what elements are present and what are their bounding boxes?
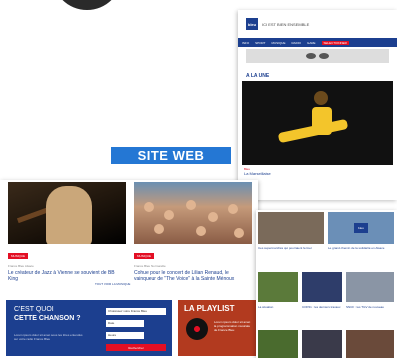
site-name: ICI EST BIEN ENSEMBLE: [262, 21, 310, 27]
ad-banner[interactable]: [246, 49, 389, 63]
crowd-face: [208, 212, 218, 222]
news-thumbnail[interactable]: [346, 272, 394, 302]
france-bleu-logo: bleu: [354, 223, 368, 233]
article-meta: France Bleu Normandie: [134, 264, 166, 268]
search-button[interactable]: Rechercher: [106, 344, 166, 351]
see-all-music-link[interactable]: TOUT VOIR LA MUSIQUE: [95, 282, 130, 286]
nav-item-radio[interactable]: RADIO: [291, 41, 301, 45]
news-thumbnail[interactable]: [258, 212, 324, 244]
banner-image: [306, 53, 316, 59]
website-screenshot: bleu ICI EST BIEN ENSEMBLE INFO SPORT MU…: [238, 10, 397, 200]
article-tag: MUSIQUE: [134, 253, 155, 259]
quiz-description: Lorem ipsum dolor sit amet sous les titr…: [14, 333, 83, 341]
hero-figure-part: [312, 107, 332, 135]
playlist-panel[interactable]: LA PLAYLIST Lorem ipsum dolor sit amet l…: [178, 300, 258, 356]
news-thumbnail[interactable]: [258, 330, 298, 358]
crowd-face: [196, 226, 206, 236]
nav-item-info[interactable]: INFO: [242, 41, 249, 45]
news-thumbnail[interactable]: [302, 272, 342, 302]
hero-title[interactable]: La Marseillaise: [238, 171, 397, 176]
quiz-heading-line1: C'EST QUOI: [14, 306, 54, 313]
news-thumbnail[interactable]: [258, 272, 298, 302]
nav-item-gare[interactable]: GARE: [307, 41, 316, 45]
playlist-description: Lorem ipsum dolor sit amet la programmat…: [214, 320, 251, 332]
article-title[interactable]: Le créateur de Jazz à Vienne se souvient…: [8, 270, 126, 282]
mobile-grid-screenshot: bleu Ces supermarchés qui pourraient fer…: [256, 210, 397, 358]
site-web-label: SITE WEB: [111, 147, 231, 164]
section-title: A LA UNE: [246, 73, 270, 79]
news-caption[interactable]: SNCF : les TGV de nouveau: [346, 305, 394, 309]
station-select[interactable]: Choisissez votre France Bleu: [106, 308, 166, 315]
news-caption[interactable]: La situation: [258, 305, 298, 309]
news-caption[interactable]: Le grand chemin de la solidarité en Alsa…: [328, 246, 394, 250]
news-thumbnail[interactable]: [302, 330, 342, 358]
article-meta: France Bleu Alsace: [8, 264, 34, 268]
decorative-circle: [52, 0, 122, 10]
news-thumbnail[interactable]: bleu: [328, 212, 394, 244]
site-logo[interactable]: bleu: [246, 18, 258, 30]
article-card[interactable]: MUSIQUE France Bleu Alsace Le créateur d…: [8, 182, 126, 282]
song-quiz-panel: C'EST QUOI CETTE CHANSON ? Lorem ipsum d…: [6, 300, 172, 356]
hero-image[interactable]: [242, 81, 393, 165]
news-caption[interactable]: COP21 : les derniers travaux: [302, 305, 342, 309]
crowd-face: [234, 228, 244, 238]
hour-select[interactable]: Heure: [106, 332, 144, 339]
site-nav: INFO SPORT MUSIQUE RADIO GARE SELECTIONN…: [238, 38, 397, 47]
crowd-face: [144, 202, 154, 212]
quiz-heading-line2: CETTE CHANSON ?: [14, 315, 81, 322]
article-card[interactable]: MUSIQUE France Bleu Normandie Cohue pour…: [134, 182, 252, 282]
crowd-face: [164, 210, 174, 220]
playlist-title: LA PLAYLIST: [184, 304, 235, 313]
homepage-screenshot: MUSIQUE France Bleu Alsace Le créateur d…: [0, 180, 258, 358]
crowd-face: [186, 200, 196, 210]
crowd-face: [228, 204, 238, 214]
hero-figure-part: [314, 91, 328, 105]
article-title[interactable]: Cohue pour le concert de Lilian Renaud, …: [134, 270, 252, 282]
musician-figure: [46, 186, 92, 244]
nav-item-musique[interactable]: MUSIQUE: [271, 41, 285, 45]
nav-item-sport[interactable]: SPORT: [255, 41, 265, 45]
article-tag: MUSIQUE: [8, 253, 29, 259]
date-select[interactable]: Date: [106, 320, 144, 327]
banner-image: [319, 53, 329, 59]
news-thumbnail[interactable]: [346, 330, 394, 358]
news-caption[interactable]: Ces supermarchés qui pourraient fermer: [258, 246, 324, 250]
article-image: [8, 182, 126, 244]
article-image: [134, 182, 252, 244]
crowd-face: [154, 224, 164, 234]
site-header: bleu ICI EST BIEN ENSEMBLE: [238, 10, 397, 38]
vinyl-record-icon: [186, 318, 208, 340]
nav-item-select[interactable]: SELECTIONNER: [321, 40, 349, 45]
